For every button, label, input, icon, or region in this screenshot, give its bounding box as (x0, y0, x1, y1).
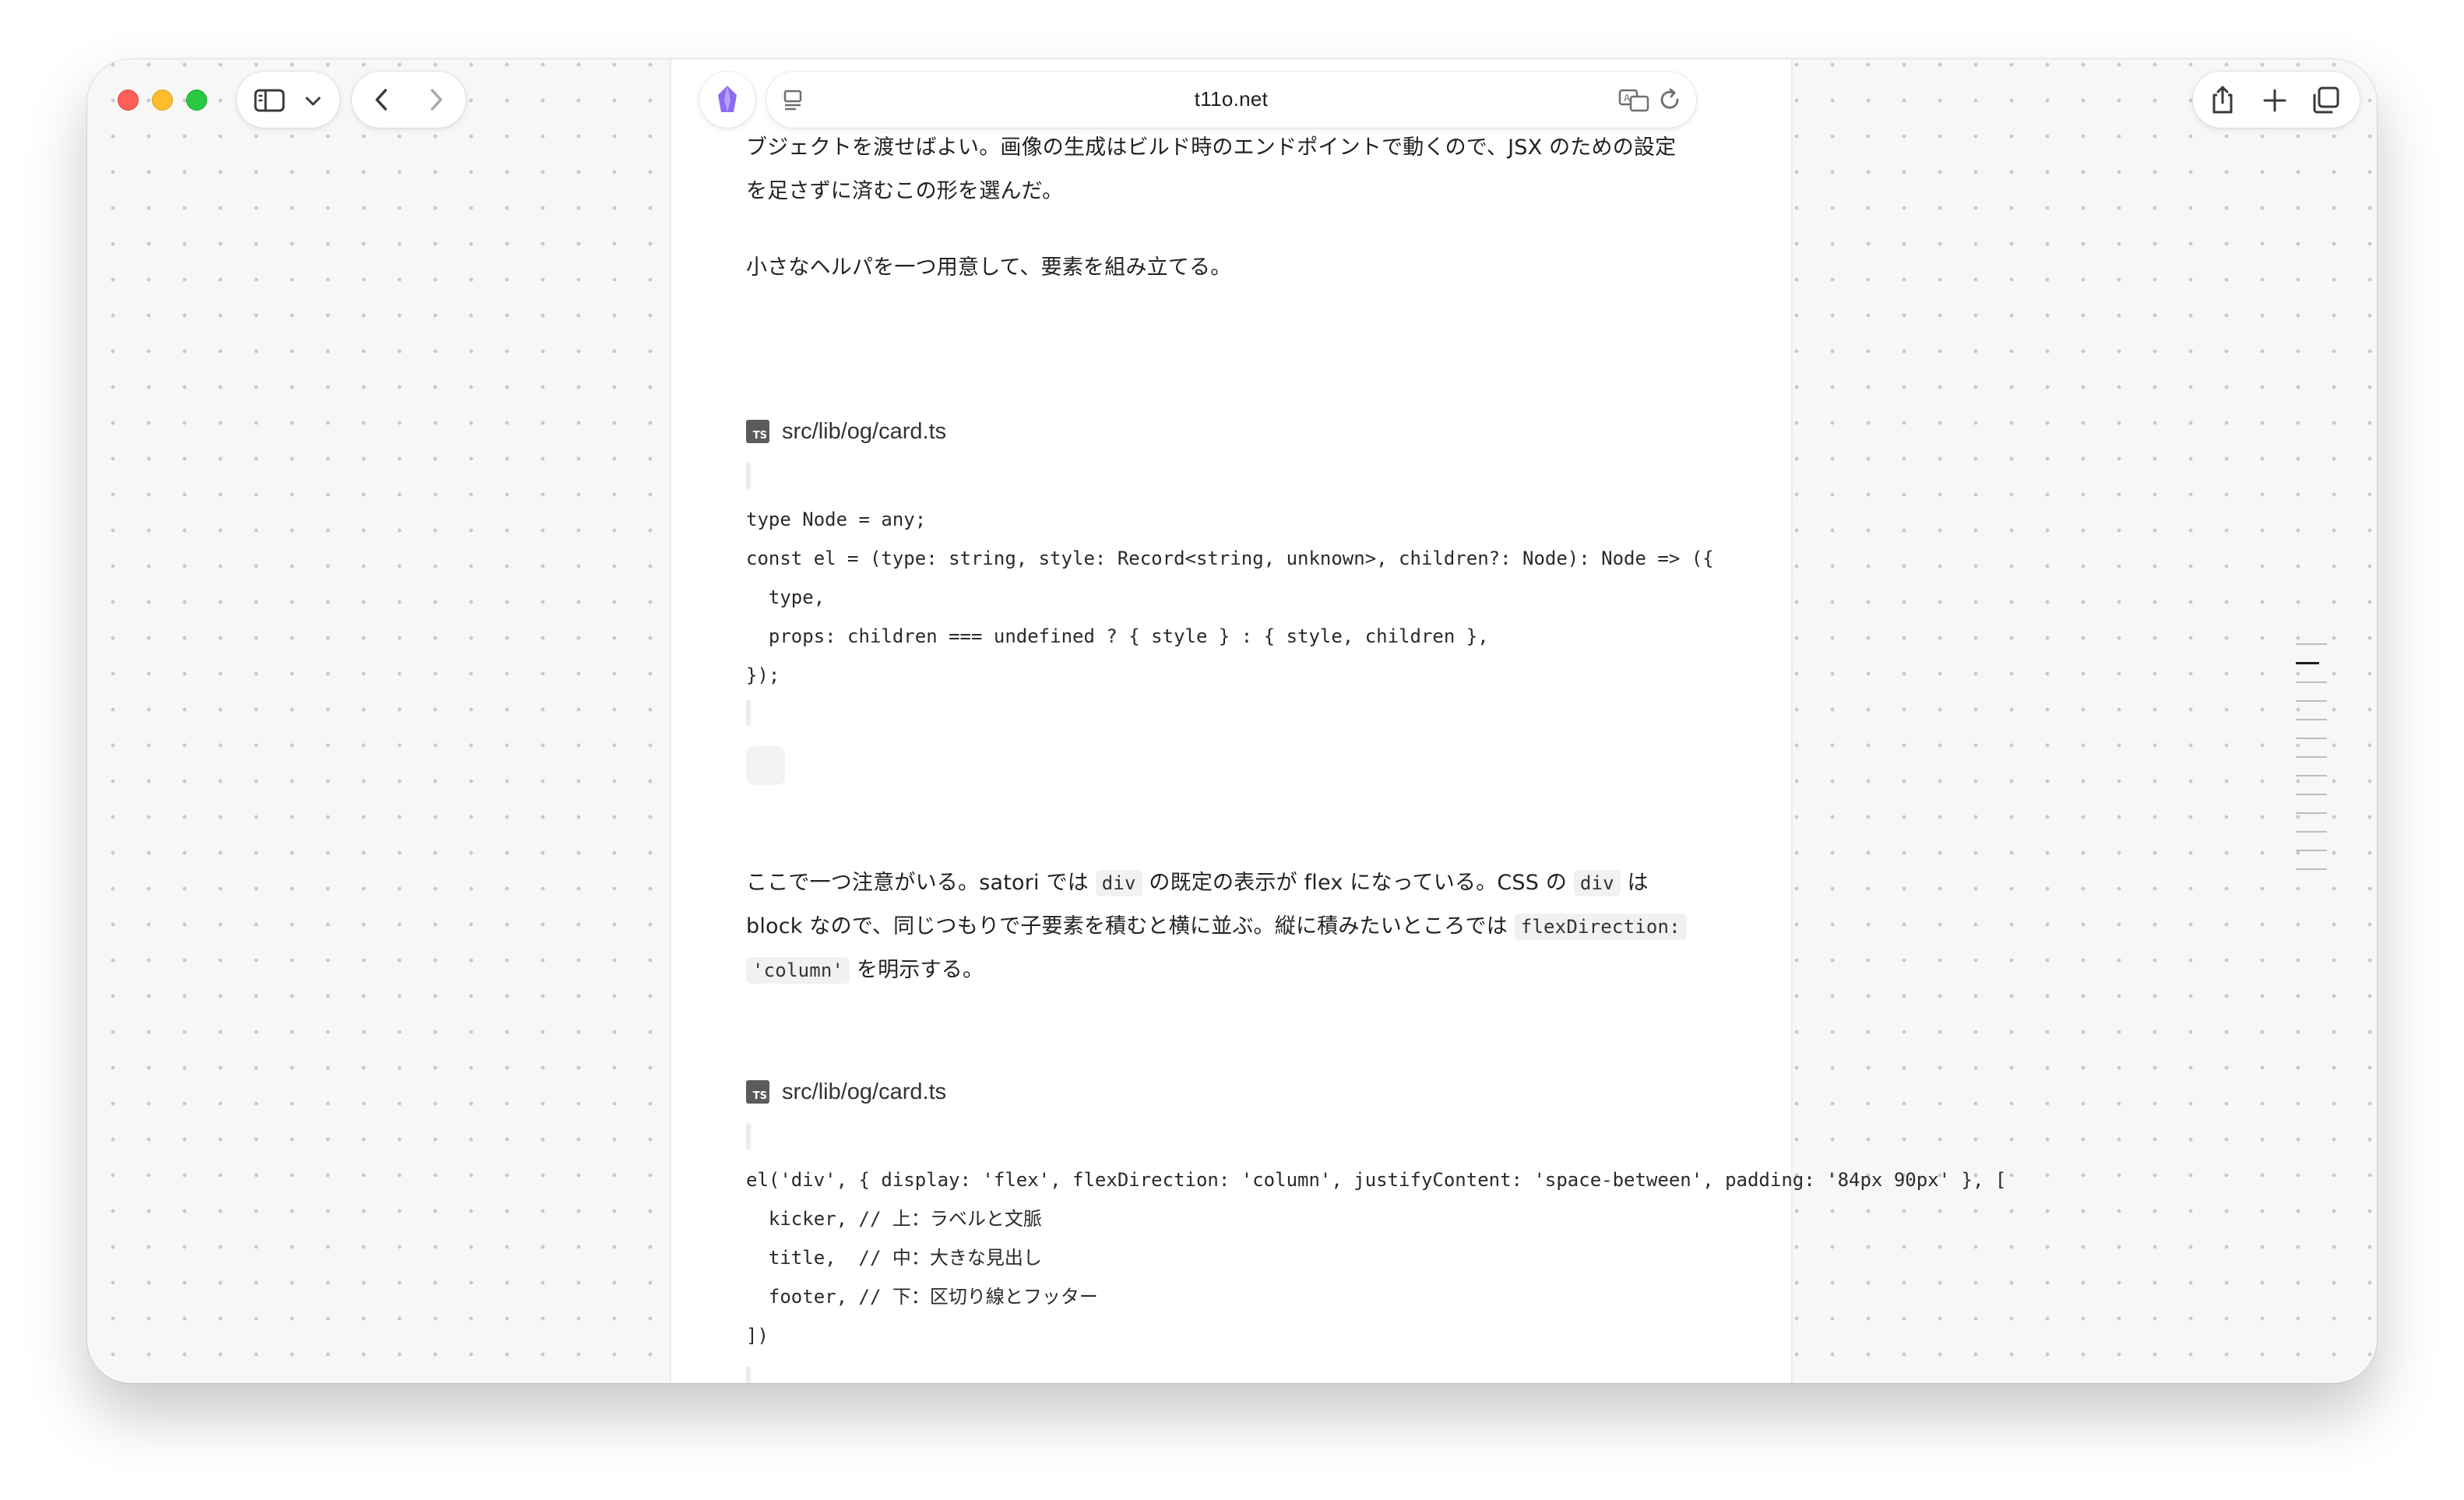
code-line: type, (746, 586, 825, 608)
browser-toolbar: t11o.net A (87, 59, 2377, 140)
toc-entry-marker[interactable] (2296, 831, 2327, 833)
code-gutter-mark (746, 463, 751, 489)
code-filename: src/lib/og/card.ts (782, 418, 947, 444)
extension-button[interactable] (699, 72, 755, 128)
code-block: type Node = any; const el = (type: string… (746, 500, 1714, 695)
paragraph-line: ここで一つ注意がいる。satori では div の既定の表示が flex にな… (746, 861, 1712, 905)
text-run: の既定の表示が flex になっている。CSS の (1142, 871, 1574, 895)
toc-entry-marker[interactable] (2296, 794, 2327, 795)
tab-overview-icon[interactable] (2311, 86, 2341, 115)
code-gutter-mark (746, 1123, 751, 1150)
code-line: props: children === undefined ? { style … (746, 625, 1489, 647)
paragraph-line: 'column' を明示する。 (746, 949, 1712, 992)
share-icon[interactable] (2209, 84, 2237, 115)
toc-entry-marker[interactable] (2296, 681, 2327, 683)
inline-code: 'column' (746, 957, 850, 984)
back-arrow-icon[interactable] (371, 87, 392, 112)
toc-entry-marker[interactable] (2296, 700, 2327, 702)
code-line: ]) (746, 1325, 769, 1347)
extension-crystal-icon (718, 86, 737, 112)
code-line: title, // 中：大きな見出し (746, 1247, 1042, 1269)
toc-entry-marker[interactable] (2296, 662, 2319, 664)
toc-entry-marker[interactable] (2296, 812, 2327, 814)
close-window-button[interactable] (118, 90, 139, 111)
code-gutter-mark (746, 699, 751, 726)
reload-icon[interactable] (1657, 87, 1682, 112)
code-filename: src/lib/og/card.ts (782, 1079, 947, 1104)
toolbar-actions (2193, 72, 2360, 128)
url-text[interactable]: t11o.net (766, 87, 1696, 111)
article-content: ブジェクトを渡せばよい。画像の生成はビルド時のエンドポイントで動くので、JSX … (670, 59, 2006, 1383)
address-bar[interactable]: t11o.net A (766, 72, 1696, 128)
code-line: const el = (type: string, style: Record<… (746, 548, 1714, 569)
toc-entry-marker[interactable] (2296, 719, 2327, 720)
zoom-window-button[interactable] (186, 90, 207, 111)
code-line: el('div', { display: 'flex', flexDirecti… (746, 1169, 2007, 1191)
code-line: }); (746, 664, 780, 686)
code-gutter-mark (746, 1366, 751, 1383)
paragraph-line: を足さずに済むこの形を選んだ。 (746, 179, 1064, 203)
paragraph-helper: 小さなヘルパを一つ用意して、要素を組み立てる。 (746, 255, 1232, 280)
text-run: は (1620, 871, 1649, 895)
toc-entry-marker[interactable] (2296, 850, 2327, 851)
chevron-down-icon[interactable] (304, 95, 322, 107)
inline-code: div (1573, 870, 1621, 896)
typescript-file-icon: TS (746, 1080, 769, 1104)
code-line: kicker, // 上：ラベルと文脈 (746, 1208, 1042, 1230)
sidebar-icon[interactable] (254, 89, 285, 112)
toc-entry-marker[interactable] (2296, 738, 2327, 739)
table-of-contents-minimap[interactable] (2296, 643, 2327, 887)
toc-entry-marker[interactable] (2296, 868, 2327, 870)
translate-icon[interactable]: A (1618, 87, 1651, 112)
navigation-buttons (352, 72, 466, 128)
typescript-file-icon: TS (746, 420, 769, 443)
inline-code: div (1095, 870, 1142, 896)
code-file-header: TS src/lib/og/card.ts (746, 1075, 946, 1109)
browser-window: t11o.net A ブジェクトを渡せばよい。画像の生成はビルド時のエンドポイン… (87, 59, 2377, 1383)
minimize-window-button[interactable] (152, 90, 173, 111)
new-tab-plus-icon[interactable] (2262, 87, 2288, 114)
toc-entry-marker[interactable] (2296, 775, 2327, 776)
code-line: footer, // 下：区切り線とフッター (746, 1286, 1098, 1308)
inline-code: flexDirection: (1514, 914, 1687, 940)
code-line: type Node = any; (746, 509, 927, 530)
forward-arrow-icon[interactable] (425, 87, 447, 112)
paragraph-line: block なので、同じつもりで子要素を積むと横に並ぶ。縦に積みたいところでは … (746, 905, 1712, 949)
text-run: ここで一つ注意がいる。satori では (746, 871, 1096, 895)
paragraph-note: ここで一つ注意がいる。satori では div の既定の表示が flex にな… (746, 861, 1712, 992)
toc-entry-marker[interactable] (2296, 643, 2327, 645)
text-run: block なので、同じつもりで子要素を積むと横に並ぶ。縦に積みたいところでは (746, 914, 1515, 938)
toc-entry-marker[interactable] (2296, 756, 2327, 758)
svg-text:A: A (1624, 93, 1631, 104)
sidebar-toggle-group (237, 72, 340, 128)
copy-code-button[interactable] (746, 746, 785, 785)
code-block: el('div', { display: 'flex', flexDirecti… (746, 1160, 2006, 1355)
code-file-header: TS src/lib/og/card.ts (746, 414, 946, 449)
text-run: を明示する。 (850, 958, 984, 982)
